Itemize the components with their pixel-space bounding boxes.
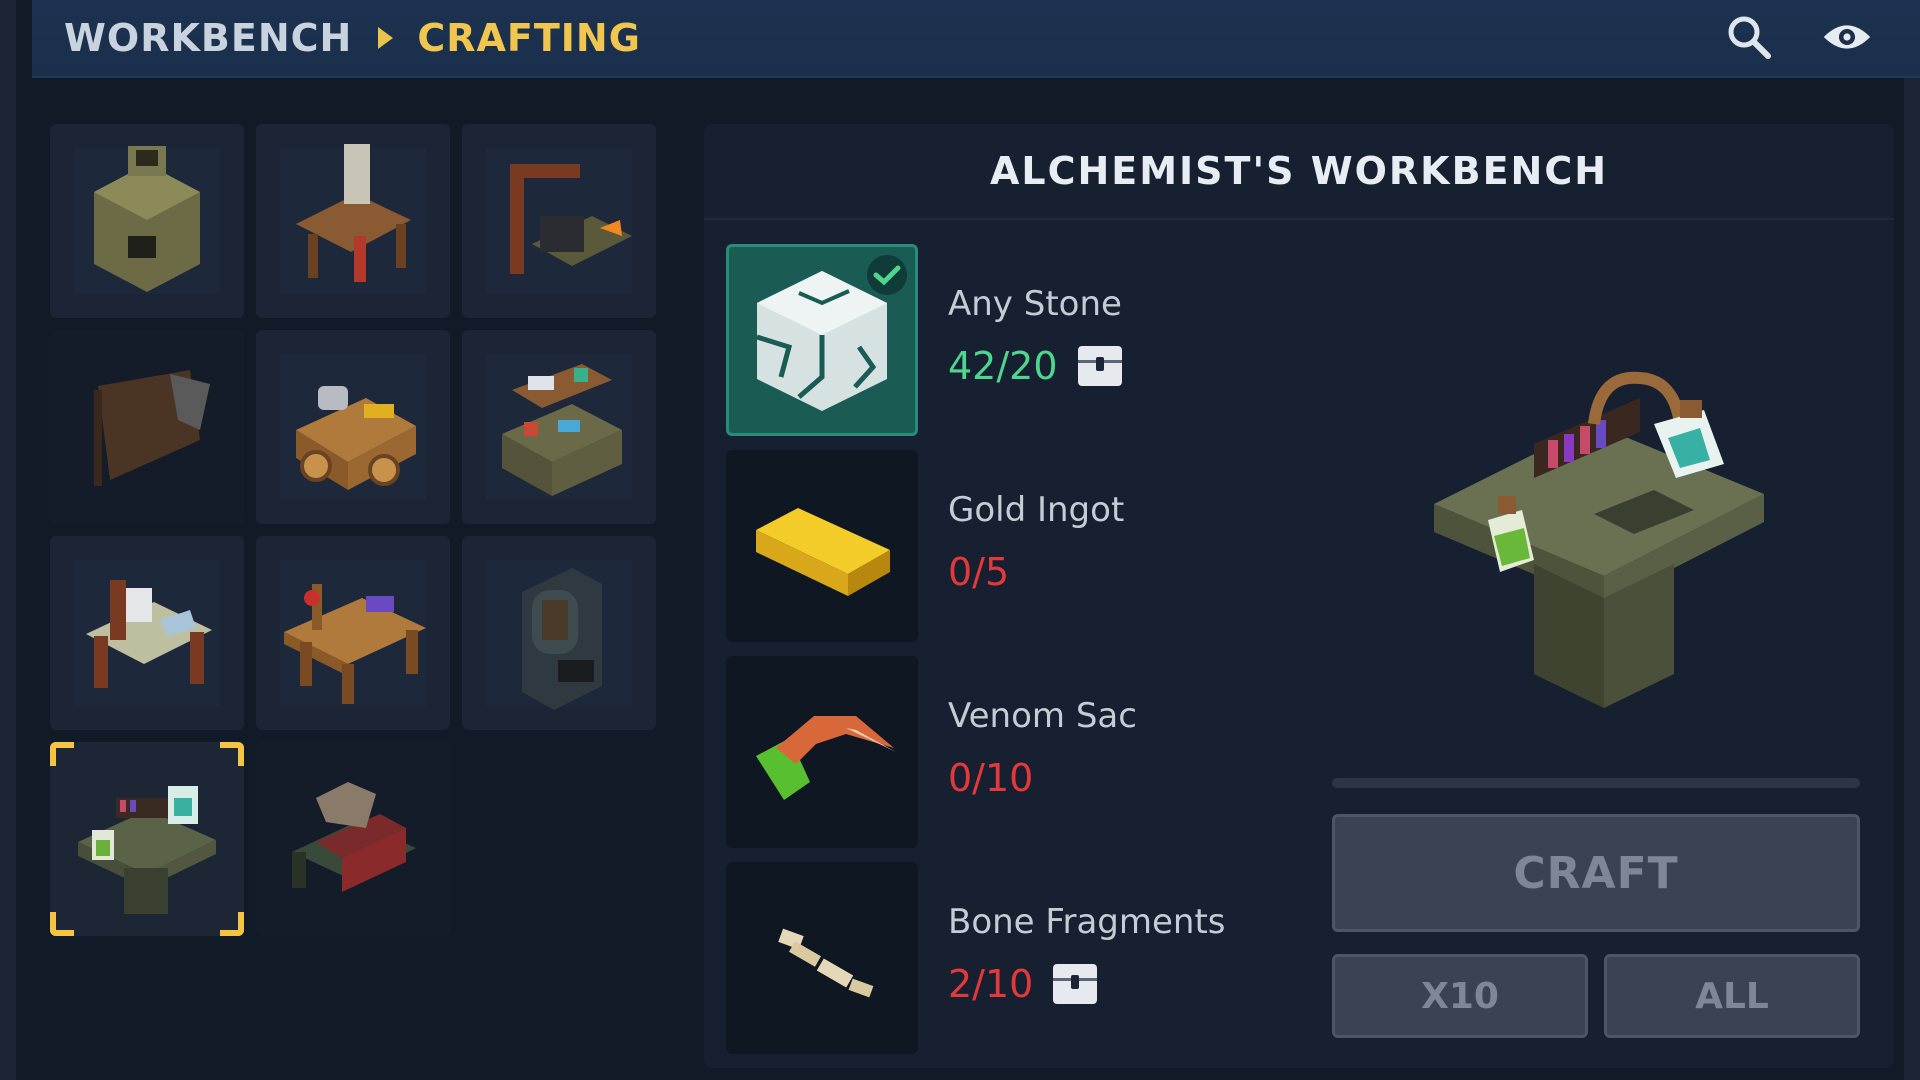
gold-ingot-icon xyxy=(756,508,890,596)
breadcrumb-current: CRAFTING xyxy=(417,16,641,60)
workbench-detail-panel: ALCHEMIST'S WORKBENCH Any Stone 42/20 Go… xyxy=(704,124,1894,1068)
search-icon[interactable] xyxy=(1724,12,1774,62)
ingredient-count-text: 2/10 xyxy=(948,962,1034,1006)
ingredient-count-text: 0/10 xyxy=(948,756,1034,800)
venom-sac-icon xyxy=(756,716,896,800)
ingredient-count: 0/10 xyxy=(948,756,1033,800)
ingredient-icon-slot xyxy=(726,450,918,642)
craft-x10-button[interactable]: X10 xyxy=(1332,954,1588,1038)
stone-furnace-icon xyxy=(94,146,200,292)
workbench-tile-alchemists-workbench[interactable] xyxy=(50,742,244,936)
craft-all-button[interactable]: ALL xyxy=(1604,954,1860,1038)
workbench-tile-hide-rack[interactable] xyxy=(50,330,244,524)
hide-rack-icon xyxy=(94,370,210,486)
check-icon xyxy=(867,255,907,295)
ingredient-icon-slot xyxy=(726,244,918,436)
bone-fragments-icon xyxy=(778,928,874,998)
workbench-tile-iron-furnace[interactable] xyxy=(462,536,656,730)
craft-progress-bar xyxy=(1332,778,1860,788)
breadcrumb-separator-icon xyxy=(378,27,394,49)
ingredient-name: Gold Ingot xyxy=(948,490,1125,530)
ingredient-count: 2/10 xyxy=(948,962,1098,1006)
tanning-bench-icon xyxy=(296,144,411,282)
breadcrumb-root[interactable]: WORKBENCH xyxy=(64,16,352,60)
header-bar: WORKBENCH CRAFTING xyxy=(32,0,1920,78)
ingredient-icon-slot xyxy=(726,862,918,1054)
ingredient-count: 42/20 xyxy=(948,344,1122,388)
eye-icon[interactable] xyxy=(1822,12,1872,62)
cloth-bench-icon xyxy=(86,580,212,688)
cart-bench-icon xyxy=(296,386,416,490)
ingredient-name: Bone Fragments xyxy=(948,902,1226,942)
ingredient-name: Venom Sac xyxy=(948,696,1137,736)
workbench-tile-anvil-forge[interactable] xyxy=(462,124,656,318)
craft-button[interactable]: CRAFT xyxy=(1332,814,1860,932)
workbench-tile-stone-furnace[interactable] xyxy=(50,124,244,318)
ingredient-row[interactable]: Gold Ingot 0/5 xyxy=(726,450,1326,642)
iron-furnace-icon xyxy=(522,568,602,710)
breadcrumb: WORKBENCH CRAFTING xyxy=(32,16,641,60)
workbench-tile-cart-bench[interactable] xyxy=(256,330,450,524)
ingredient-row[interactable]: Bone Fragments 2/10 xyxy=(726,862,1326,1054)
workbench-tile-cooking-bench[interactable] xyxy=(462,330,656,524)
ingredient-name: Any Stone xyxy=(948,284,1122,324)
anvil-forge-icon xyxy=(510,164,632,274)
carpentry-bench-icon xyxy=(284,584,426,704)
workbench-tile-cloth-bench[interactable] xyxy=(50,536,244,730)
ingredient-row[interactable]: Venom Sac 0/10 xyxy=(726,656,1326,848)
workbench-tile-arcane-bench[interactable] xyxy=(256,742,450,936)
ingredient-row[interactable]: Any Stone 42/20 xyxy=(726,244,1326,436)
workbench-title: ALCHEMIST'S WORKBENCH xyxy=(704,124,1894,220)
workbench-tile-tanning-bench[interactable] xyxy=(256,124,450,318)
workbench-preview xyxy=(1404,314,1844,754)
ingredient-icon-slot xyxy=(726,656,918,848)
ingredient-count-text: 42/20 xyxy=(948,344,1058,388)
crafting-window: WORKBENCH CRAFTING ALCHEMIST'S WORKBENCH… xyxy=(0,0,1920,1080)
alchemists-workbench-icon xyxy=(78,786,216,914)
arcane-bench-icon xyxy=(292,782,416,892)
storage-chest-icon[interactable] xyxy=(1077,346,1122,386)
cooking-bench-icon xyxy=(502,364,622,496)
alchemists-workbench-preview-icon xyxy=(1434,371,1764,708)
ingredient-count: 0/5 xyxy=(948,550,1009,594)
workbench-tile-carpentry-bench[interactable] xyxy=(256,536,450,730)
storage-chest-icon[interactable] xyxy=(1053,964,1098,1004)
ingredient-count-text: 0/5 xyxy=(948,550,1010,594)
